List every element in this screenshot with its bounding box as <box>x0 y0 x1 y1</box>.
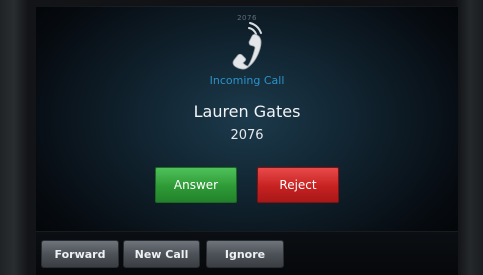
screen-top-edge <box>36 6 458 7</box>
ignore-softkey[interactable]: Ignore <box>206 240 284 268</box>
status-bar-text: 2076 <box>237 14 257 22</box>
new-call-softkey[interactable]: New Call <box>123 240 200 268</box>
answer-button[interactable]: Answer <box>155 167 237 203</box>
caller-name: Lauren Gates <box>193 102 301 121</box>
forward-softkey[interactable]: Forward <box>41 240 119 268</box>
incoming-call-label: Incoming Call <box>209 74 285 87</box>
phone-screen: 2076 Incoming Call Lauren Gates 2076 Ans… <box>36 6 458 275</box>
softkey-bar: Forward New Call Ignore <box>36 231 458 275</box>
handset-icon <box>232 22 262 70</box>
reject-button[interactable]: Reject <box>257 167 339 203</box>
caller-number: 2076 <box>230 128 264 143</box>
